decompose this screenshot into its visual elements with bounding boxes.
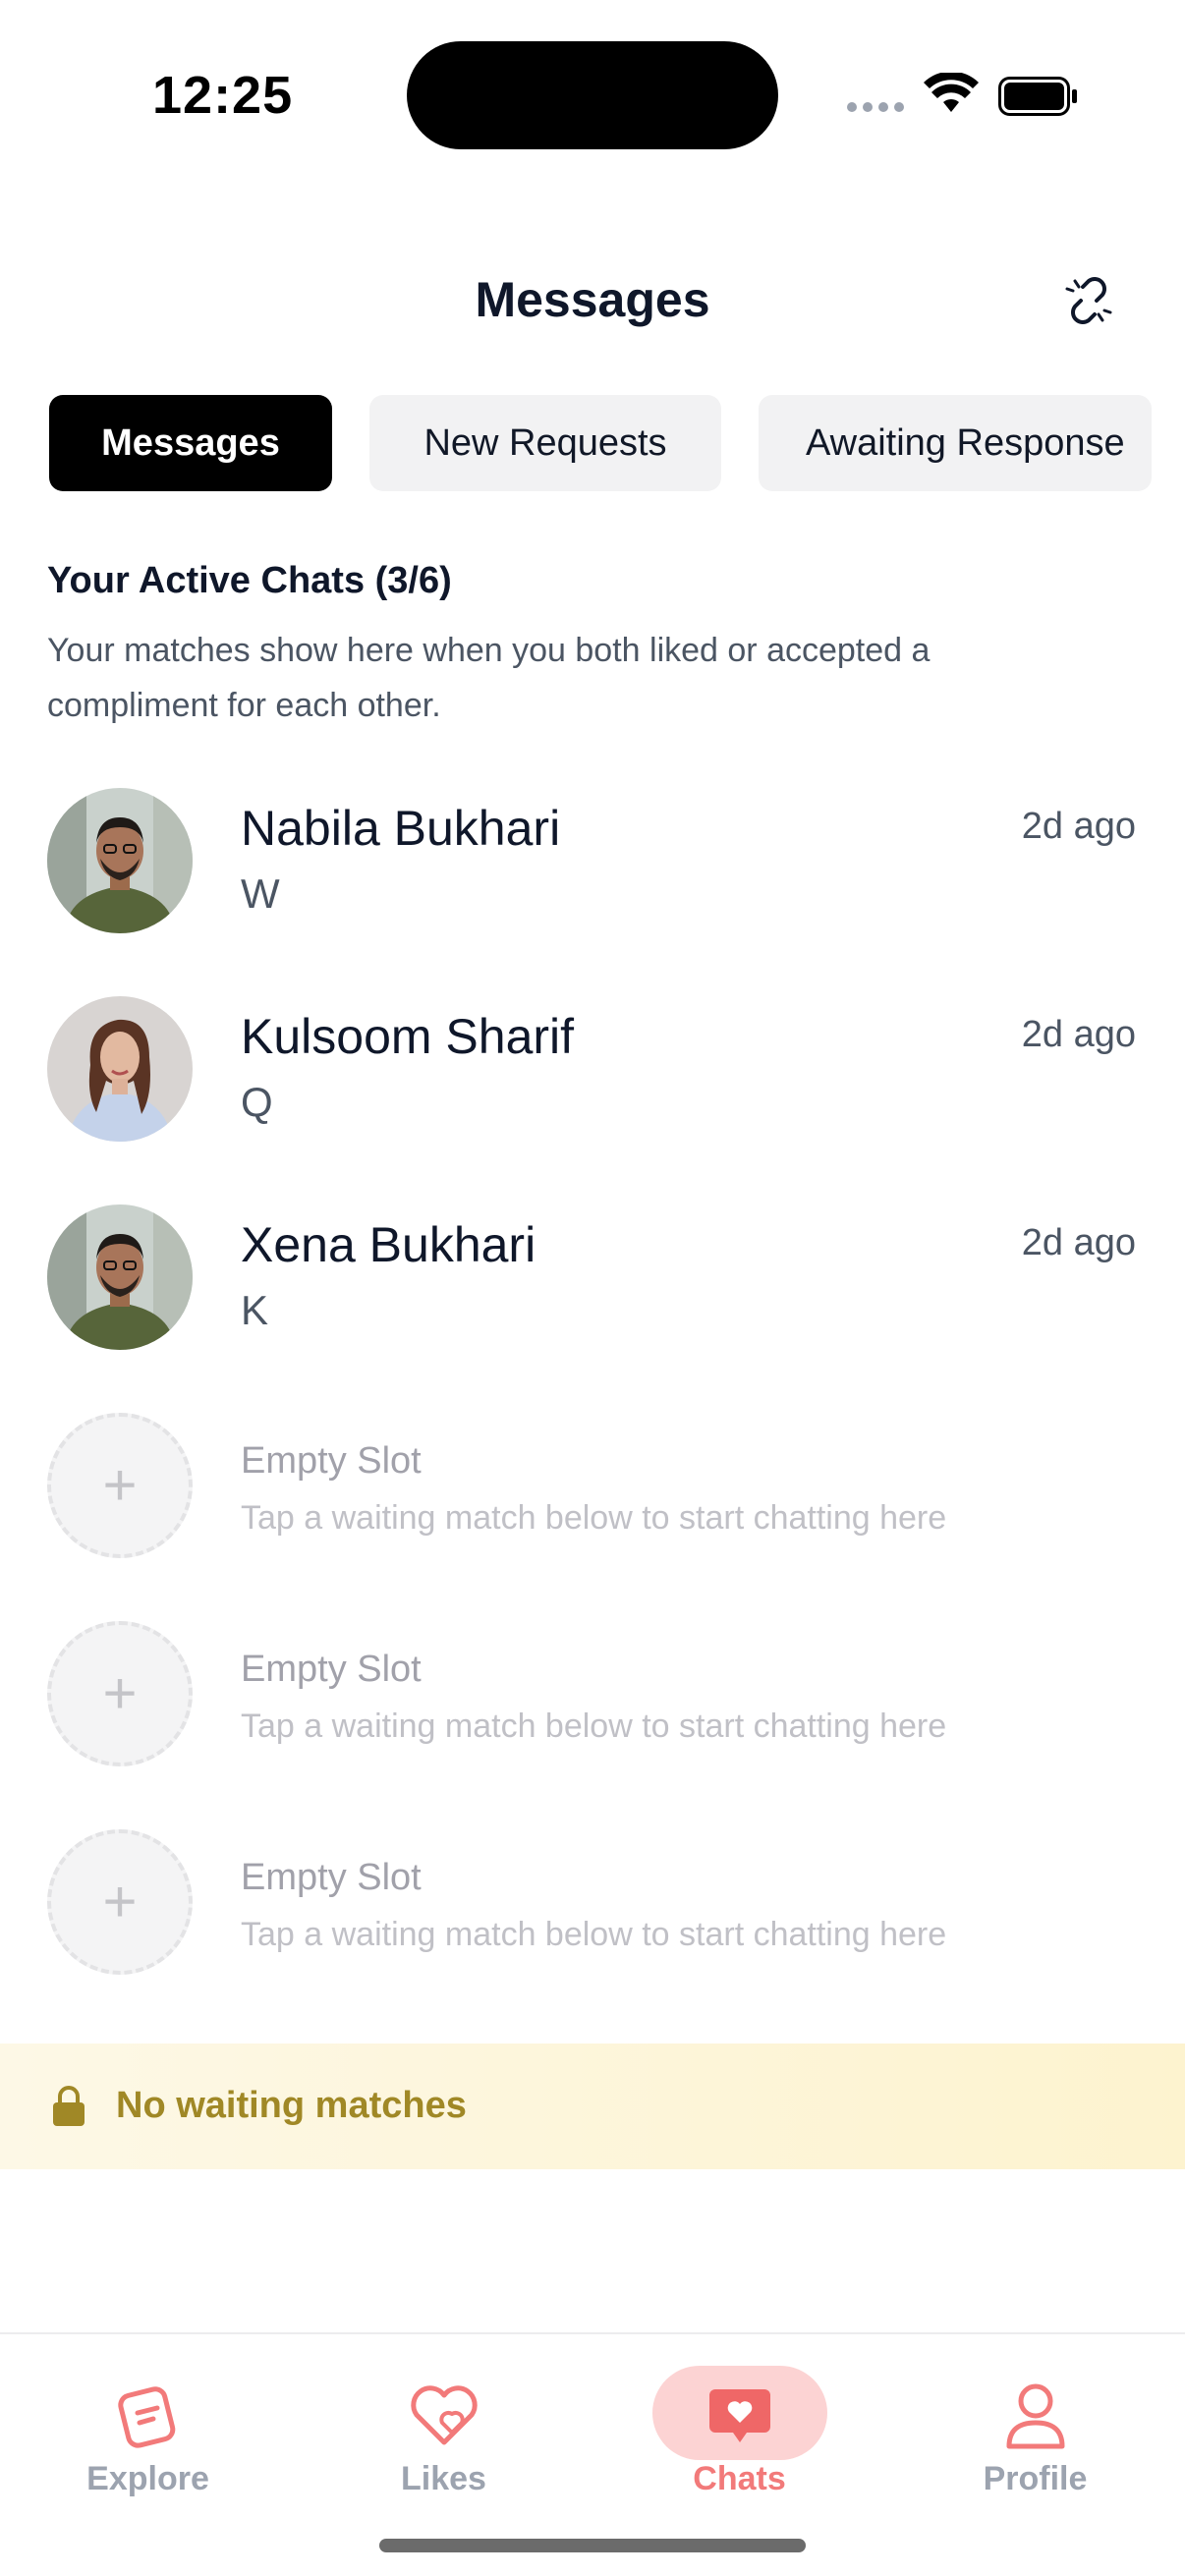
empty-slot-title: Empty Slot: [241, 1649, 422, 1690]
empty-slot-subtitle: Tap a waiting match below to start chatt…: [241, 1708, 947, 1745]
nav-label: Profile: [983, 2460, 1088, 2497]
chat-name: Kulsoom Sharif: [241, 1009, 575, 1064]
tab-bar: Messages New Requests Awaiting Response: [49, 395, 1185, 491]
profile-icon: [991, 2381, 1080, 2450]
waiting-matches-banner: No waiting matches: [0, 2044, 1185, 2169]
empty-slot-title: Empty Slot: [241, 1440, 422, 1482]
active-chats-description: Your matches show here when you both lik…: [47, 632, 931, 724]
empty-slot-subtitle: Tap a waiting match below to start chatt…: [241, 1499, 947, 1537]
chat-last-message: Q: [241, 1079, 273, 1125]
page-title: Messages: [475, 272, 710, 327]
nav-label: Explore: [86, 2460, 209, 2497]
wifi-icon: [924, 73, 979, 112]
empty-slot-avatar: +: [47, 1621, 193, 1766]
nav-explore[interactable]: Explore: [0, 2334, 296, 2531]
likes-icon: [400, 2381, 488, 2450]
chat-name: Nabila Bukhari: [241, 801, 561, 856]
empty-slot-subtitle: Tap a waiting match below to start chatt…: [241, 1916, 947, 1953]
avatar: [47, 788, 193, 933]
empty-slot-row[interactable]: + Empty Slot Tap a waiting match below t…: [0, 1818, 1185, 1985]
dynamic-island: [407, 41, 778, 149]
nav-label: Chats: [693, 2460, 786, 2497]
tab-new-requests[interactable]: New Requests: [369, 395, 721, 491]
waiting-matches-text: No waiting matches: [116, 2085, 467, 2126]
chat-last-message: W: [241, 870, 280, 917]
empty-slot-title: Empty Slot: [241, 1857, 422, 1898]
empty-slot-row[interactable]: + Empty Slot Tap a waiting match below t…: [0, 1401, 1185, 1568]
man-photo-icon: [47, 1204, 193, 1350]
cellular-signal-icon: [847, 102, 904, 112]
nav-likes[interactable]: Likes: [296, 2334, 592, 2531]
status-time: 12:25: [152, 66, 294, 125]
home-indicator[interactable]: [379, 2539, 806, 2552]
chat-time: 2d ago: [1021, 806, 1136, 847]
plus-icon: +: [102, 1869, 138, 1934]
battery-icon: [998, 77, 1077, 116]
tab-awaiting-response[interactable]: Awaiting Response: [759, 395, 1152, 491]
tab-messages[interactable]: Messages: [49, 395, 332, 491]
explore-icon: [104, 2381, 193, 2450]
chat-last-message: K: [241, 1287, 269, 1333]
broken-link-icon: [1065, 277, 1112, 324]
nav-profile[interactable]: Profile: [887, 2334, 1183, 2531]
chat-time: 2d ago: [1021, 1222, 1136, 1263]
man-photo-icon: [47, 788, 193, 933]
chats-icon: [696, 2381, 784, 2450]
chat-time: 2d ago: [1021, 1014, 1136, 1055]
avatar: [47, 996, 193, 1142]
chat-row[interactable]: Kulsoom Sharif Q 2d ago: [0, 984, 1185, 1151]
empty-slot-avatar: +: [47, 1829, 193, 1975]
chat-name: Xena Bukhari: [241, 1217, 536, 1272]
plus-icon: +: [102, 1452, 138, 1518]
nav-label: Likes: [401, 2460, 486, 2497]
avatar: [47, 1204, 193, 1350]
chat-row[interactable]: Xena Bukhari K 2d ago: [0, 1193, 1185, 1360]
unlink-button[interactable]: [1059, 271, 1118, 330]
active-chats-title: Your Active Chats (3/6): [47, 560, 452, 601]
messages-screen: 12:25 Messages Messages New Requests Awa…: [0, 0, 1185, 2576]
plus-icon: +: [102, 1660, 138, 1726]
nav-chats[interactable]: Chats: [592, 2334, 887, 2531]
woman-photo-icon: [47, 996, 193, 1142]
empty-slot-row[interactable]: + Empty Slot Tap a waiting match below t…: [0, 1609, 1185, 1776]
empty-slot-avatar: +: [47, 1413, 193, 1558]
chat-row[interactable]: Nabila Bukhari W 2d ago: [0, 776, 1185, 943]
lock-icon: [53, 2086, 85, 2126]
